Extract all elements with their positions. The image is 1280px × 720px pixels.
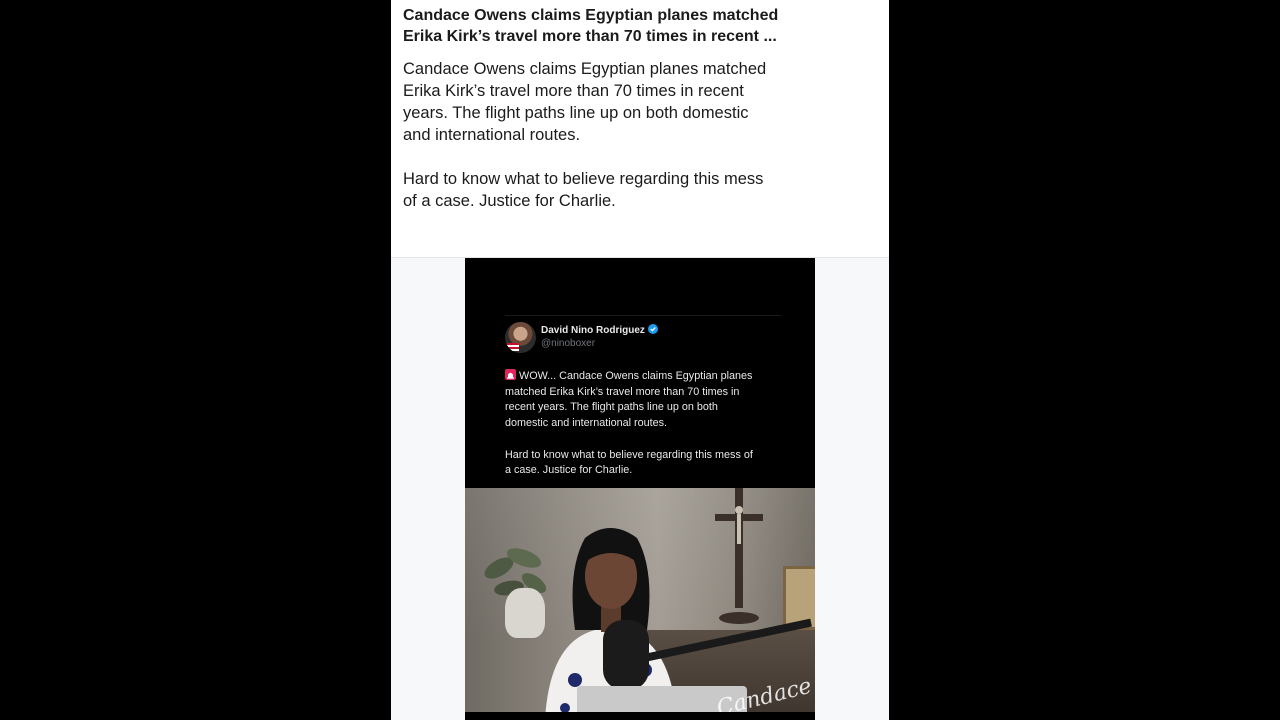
tweet-author-name-text: David Nino Rodriguez (541, 325, 645, 336)
tweet-screenshot: David Nino Rodriguez @ninoboxer WOW... C… (465, 258, 815, 488)
embedded-media[interactable]: David Nino Rodriguez @ninoboxer WOW... C… (465, 258, 815, 720)
post-header: Candace Owens claims Egyptian planes mat… (391, 0, 889, 258)
microphone-icon (603, 620, 649, 690)
verified-badge-icon (647, 324, 658, 334)
tweet-author-handle: @ninoboxer (541, 338, 596, 349)
tweet-divider (505, 315, 781, 316)
post-title[interactable]: Candace Owens claims Egyptian planes mat… (403, 5, 783, 47)
flag-icon (507, 343, 519, 351)
post-column: Candace Owens claims Egyptian planes mat… (391, 0, 889, 720)
tweet-text: WOW... Candace Owens claims Egyptian pla… (505, 369, 780, 479)
media-bottom-bar (465, 712, 815, 720)
post-body: Candace Owens claims Egyptian planes mat… (403, 60, 767, 210)
screen: Candace Owens claims Egyptian planes mat… (0, 0, 1280, 720)
crucifix-icon (715, 488, 763, 624)
siren-icon (505, 369, 516, 380)
tweet-text-content: WOW... Candace Owens claims Egyptian pla… (505, 370, 753, 477)
avatar (505, 322, 536, 353)
tweet-author-name: David Nino Rodriguez (541, 324, 658, 336)
video-frame[interactable]: Candace (465, 488, 815, 720)
